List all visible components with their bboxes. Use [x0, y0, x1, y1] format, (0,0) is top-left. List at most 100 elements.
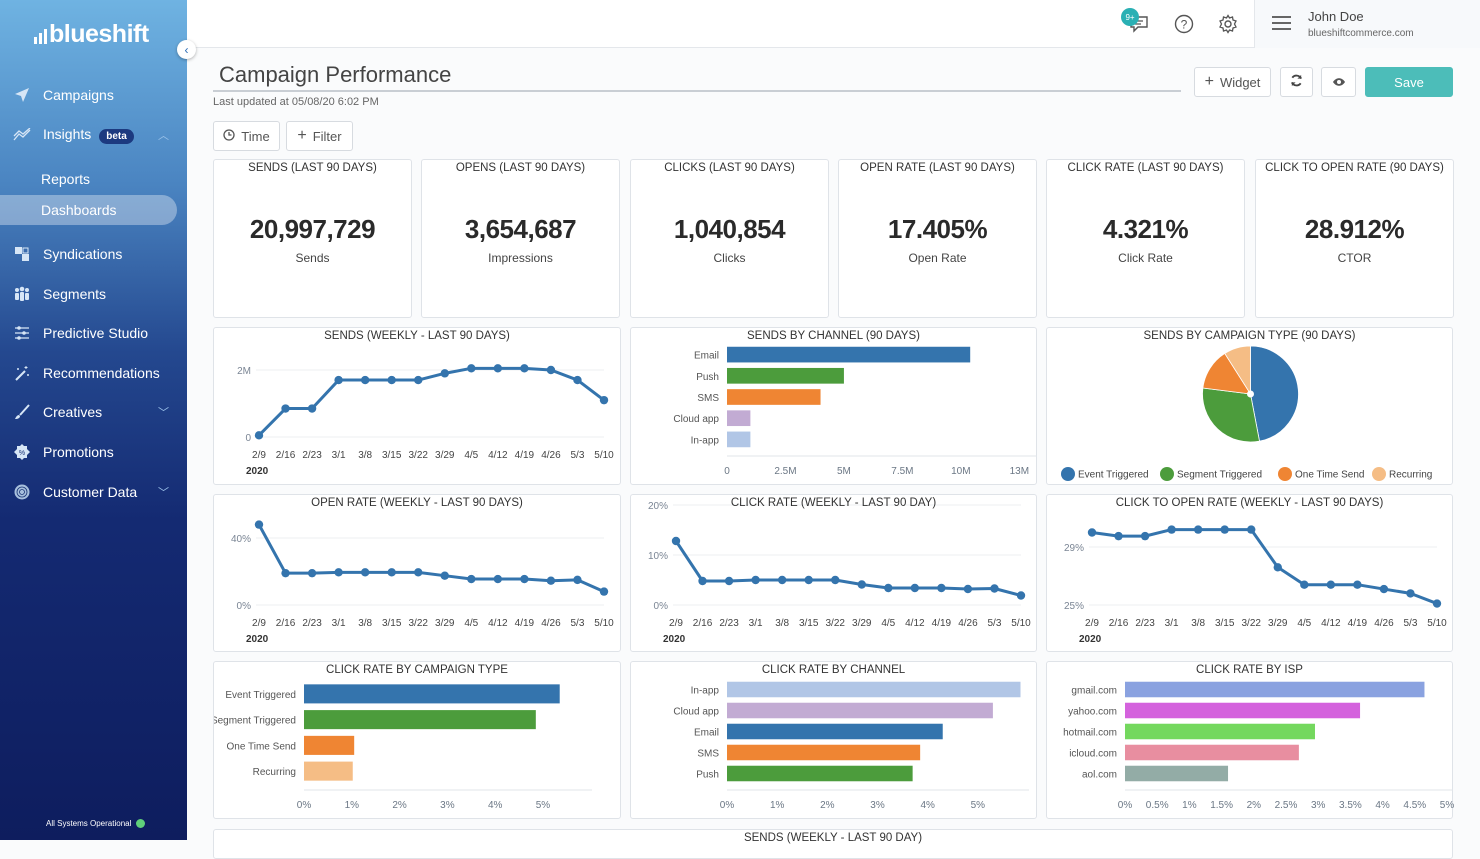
system-status[interactable]: All Systems Operational [46, 819, 146, 828]
x-tick-label: 3/8 [1191, 618, 1205, 629]
category-label: hotmail.com [1063, 728, 1117, 739]
kpi-card[interactable]: OPEN RATE (LAST 90 DAYS) 17.405% Open Ra… [838, 159, 1037, 318]
chart-card-ctor-weekly[interactable]: CLICK TO OPEN RATE (WEEKLY - LAST 90 DAY… [1046, 494, 1453, 652]
data-point [1326, 580, 1336, 589]
kpi-card[interactable]: OPENS (LAST 90 DAYS) 3,654,687 Impressio… [421, 159, 620, 318]
x-tick-label: 4/19 [932, 618, 952, 629]
chart-card-click-rate-by-isp[interactable]: CLICK RATE BY ISP gmail.com yahoo.com hotma… [1046, 661, 1454, 819]
category-label: yahoo.com [1068, 707, 1117, 718]
legend-swatch [1372, 467, 1386, 481]
data-point [414, 568, 423, 577]
add-widget-button[interactable]: + Widget [1194, 67, 1271, 97]
refresh-button[interactable] [1280, 67, 1313, 97]
sidebar-item-insights[interactable]: Insights beta ︿ [0, 120, 187, 150]
user-menu[interactable]: John Doe blueshiftcommerce.com [1255, 0, 1480, 48]
beta-badge: beta [99, 129, 134, 144]
chart-title: CLICK RATE BY ISP [1196, 664, 1303, 676]
add-filter-button[interactable]: + Filter [286, 121, 353, 151]
badge-percent-icon: % [13, 443, 31, 461]
chart-card-sends-by-channel[interactable]: SENDS BY CHANNEL (90 DAYS) Email Push SMS Cl… [630, 327, 1037, 485]
save-button[interactable]: Save [1365, 67, 1453, 97]
sidebar-item-creatives[interactable]: Creatives ﹀ [0, 397, 187, 427]
add-widget-label: Widget [1219, 74, 1261, 90]
data-point [751, 575, 760, 585]
category-label: Push [696, 770, 719, 781]
sidebar-subitem-reports[interactable]: Reports [0, 164, 177, 194]
x-tick-label: 4/26 [1374, 618, 1394, 629]
chart-card-click-rate-by-channel[interactable]: CLICK RATE BY CHANNEL In-app Cloud app Emai… [630, 661, 1037, 819]
last-updated-text: Last updated at 05/08/20 6:02 PM [213, 96, 379, 108]
sidebar-item-promotions[interactable]: % Promotions [0, 437, 187, 467]
sidebar-item-segments[interactable]: Segments [0, 279, 187, 309]
settings-gear-icon[interactable] [1216, 12, 1240, 36]
chart-card-sends-weekly[interactable]: SENDS (WEEKLY - LAST 90 DAYS) 0 2M 2/9 2/16 2… [213, 327, 621, 485]
category-label: One Time Send [227, 741, 296, 752]
data-point [440, 571, 449, 580]
data-point [520, 574, 529, 584]
x-tick-label: 4/12 [488, 618, 508, 629]
sidebar-subitem-dashboards[interactable]: Dashboards [0, 195, 177, 225]
bar [727, 389, 821, 405]
data-point [281, 404, 290, 413]
help-icon[interactable]: ? [1172, 12, 1196, 36]
sidebar-item-syndications[interactable]: Syndications [0, 239, 187, 269]
chart-card-click-rate-weekly[interactable]: CLICK RATE (WEEKLY - LAST 90 DAY) 0% 10% 20… [630, 494, 1037, 652]
bar [304, 761, 353, 781]
x-tick-label: 3% [870, 800, 885, 811]
x-tick-label: 2/23 [302, 450, 322, 461]
x-tick-label: 2/16 [276, 450, 296, 461]
sidebar-item-predictive-studio[interactable]: Predictive Studio [0, 318, 187, 348]
y-tick-label: 25% [1064, 601, 1084, 612]
legend-label: Event Triggered [1078, 470, 1149, 481]
x-tick-label: 2/16 [276, 618, 296, 629]
brand-logo[interactable]: blueshift [34, 20, 149, 49]
data-point [573, 375, 582, 385]
chart-click-rate-weekly: 0%10%20%2/9 2/16 2/23 3/1 3/8 3/15 3/22 3/29 4/5… [648, 501, 1031, 645]
category-label: Email [694, 728, 719, 739]
x-tick-label: 10M [951, 466, 970, 477]
chart-sends-by-channel: Email Push SMS Cloud app In-app 0 2.5M 5M 7.5M 10… [673, 346, 1037, 477]
y-tick-label: 29% [1064, 543, 1084, 554]
x-tick-label: 3/8 [358, 450, 372, 461]
pie-center [1247, 390, 1254, 398]
dashboard-title-input[interactable]: Campaign Performance [213, 60, 1181, 92]
kpi-card[interactable]: CLICK RATE (LAST 90 DAYS) 4.321% Click R… [1046, 159, 1245, 318]
kpi-card[interactable]: CLICKS (LAST 90 DAYS) 1,040,854 Clicks [630, 159, 829, 318]
data-point [414, 375, 423, 385]
x-tick-label: 5/10 [1427, 618, 1447, 629]
hamburger-menu-icon[interactable] [1272, 16, 1291, 34]
chart-card-sends-by-campaign-type[interactable]: SENDS BY CAMPAIGN TYPE (90 DAYS) Event Tr… [1046, 327, 1453, 485]
y-tick-label: 2M [237, 366, 251, 377]
chart-card-click-rate-by-campaign-type[interactable]: CLICK RATE BY CAMPAIGN TYPE Event Trigger… [213, 661, 621, 819]
legend-label: Segment Triggered [1177, 470, 1262, 481]
kpi-card[interactable]: CLICK TO OPEN RATE (90 DAYS) 28.912% CTO… [1255, 159, 1454, 318]
sidebar-item-customer-data[interactable]: Customer Data ﹀ [0, 477, 187, 507]
widget-title: SENDS (WEEKLY - LAST 90 DAY) [743, 832, 923, 844]
collapse-sidebar-button[interactable]: ‹ [177, 40, 196, 59]
x-tick-label: 2/16 [1109, 618, 1129, 629]
bar [727, 410, 751, 427]
time-filter-button[interactable]: Time [213, 121, 280, 151]
y-tick-label: 0% [654, 601, 669, 612]
chart-title: CLICK RATE BY CHANNEL [761, 664, 906, 676]
widget-card-sends-weekly-2[interactable]: SENDS (WEEKLY - LAST 90 DAY) [213, 829, 1453, 859]
chart-title: SENDS (WEEKLY - LAST 90 DAYS) [324, 330, 510, 342]
kpi-card[interactable]: SENDS (LAST 90 DAYS) 20,997,729 Sends [213, 159, 412, 318]
chevron-left-icon: ‹ [184, 42, 189, 57]
x-tick-label: 4/19 [515, 450, 535, 461]
chevron-down-icon[interactable]: ﹀ [158, 484, 169, 500]
sliders-icon [13, 324, 31, 342]
chevron-down-icon[interactable]: ﹀ [158, 404, 169, 420]
sidebar-item-campaigns[interactable]: Campaigns [0, 80, 187, 110]
y-tick-label: 0% [237, 601, 252, 612]
data-point [307, 568, 317, 578]
preview-button[interactable] [1321, 67, 1356, 97]
data-point [1167, 525, 1176, 534]
x-tick-label: 2% [1247, 800, 1262, 811]
category-label: Cloud app [673, 707, 719, 718]
chevron-up-icon[interactable]: ︿ [158, 127, 169, 143]
legend-label: One Time Send [1295, 470, 1364, 481]
x-tick-label: 4/19 [1348, 618, 1368, 629]
sidebar-item-recommendations[interactable]: Recommendations [0, 358, 187, 388]
chart-card-open-rate-weekly[interactable]: OPEN RATE (WEEKLY - LAST 90 DAYS) 0% 40% 2/… [213, 494, 621, 652]
